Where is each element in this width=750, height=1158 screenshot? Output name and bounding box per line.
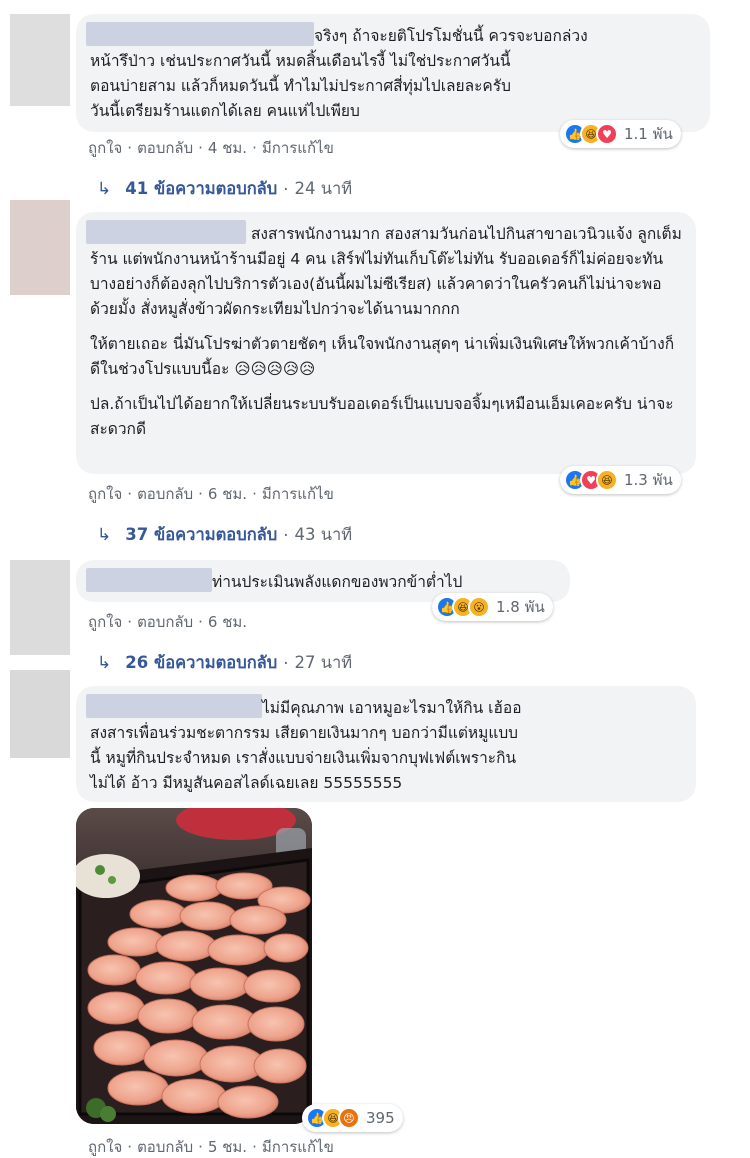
- reply-time: 43 นาที: [294, 525, 353, 544]
- comment-line: หน้ารึป่าว เช่นประกาศวันนี้ หมดสิ้นเดือน…: [90, 52, 511, 70]
- timestamp[interactable]: 5 ชม.: [208, 1138, 247, 1156]
- reply-button[interactable]: ตอบกลับ: [137, 485, 193, 503]
- comment-bubble: ไม่มีคุณภาพ เอาหมูอะไรมาให้กิน เฮ้ออ สงส…: [76, 686, 696, 802]
- reaction-count: 1.1 พัน: [624, 125, 673, 143]
- reaction-summary[interactable]: 👍 😆 ♥ 1.1 พัน: [560, 120, 681, 148]
- reply-button[interactable]: ตอบกลับ: [137, 139, 193, 157]
- like-button[interactable]: ถูกใจ: [88, 139, 122, 157]
- edited-label[interactable]: มีการแก้ไข: [262, 1138, 334, 1156]
- comment-line: ตอนบ่ายสาม แล้วก็หมดวันนี้ ทำไมไม่ประกาศ…: [90, 77, 511, 95]
- timestamp[interactable]: 4 ชม.: [208, 139, 247, 157]
- comment-line: ไม่ได้ อ้าว มีหมูสันคอสไลด์เฉยเลย 555555…: [90, 774, 403, 792]
- reply-arrow-icon: ↳: [97, 525, 112, 545]
- comment-line: นี้ หมูที่กินประจำหมด เราสั่งแบบจ่ายเงิน…: [90, 749, 517, 767]
- avatar[interactable]: [10, 14, 70, 106]
- reply-button[interactable]: ตอบกลับ: [137, 613, 193, 631]
- reply-count: 26 ข้อความตอบกลับ: [125, 653, 278, 672]
- comment-bubble: จริงๆ ถ้าจะยติโปรโมชั่นนี้ ควรจะบอกล่วง …: [76, 14, 710, 132]
- edited-label[interactable]: มีการแก้ไข: [262, 485, 334, 503]
- reaction-summary[interactable]: 👍 ♥ 😆 1.3 พัน: [560, 466, 681, 494]
- edited-label[interactable]: มีการแก้ไข: [262, 139, 334, 157]
- like-button[interactable]: ถูกใจ: [88, 485, 122, 503]
- redacted-name: [86, 22, 314, 46]
- comment-actions: ถูกใจ · ตอบกลับ · 6 ชม. · มีการแก้ไข: [88, 485, 334, 503]
- timestamp[interactable]: 6 ชม.: [208, 485, 247, 503]
- reply-count: 37 ข้อความตอบกลับ: [125, 525, 278, 544]
- view-replies-link[interactable]: ↳ 26 ข้อความตอบกลับ · 27 นาที: [97, 650, 352, 676]
- view-replies-link[interactable]: ↳ 41 ข้อความตอบกลับ · 24 นาที: [97, 176, 352, 202]
- comment-line: สงสารเพื่อนร่วมชะตากรรม เสียดายเงินมากๆ …: [90, 724, 519, 742]
- comment-text: จริงๆ ถ้าจะยติโปรโมชั่นนี้ ควรจะบอกล่วง …: [86, 22, 696, 124]
- comment-actions: ถูกใจ · ตอบกลับ · 6 ชม.: [88, 613, 248, 631]
- timestamp[interactable]: 6 ชม.: [208, 613, 247, 631]
- scroll-edge: [746, 0, 750, 1158]
- pork-slices-image: [76, 808, 312, 1124]
- comment-photo[interactable]: [76, 808, 312, 1124]
- angry-icon: 😠: [338, 1107, 360, 1129]
- comment-actions: ถูกใจ · ตอบกลับ · 4 ชม. · มีการแก้ไข: [88, 139, 334, 157]
- view-replies-link[interactable]: ↳ 37 ข้อความตอบกลับ · 43 นาที: [97, 522, 352, 548]
- comment-bubble: สงสารพนักงานมาก สองสามวันก่อนไปกินสาขาอเ…: [76, 212, 696, 474]
- comment-paragraph: สงสารพนักงานมาก สองสามวันก่อนไปกินสาขาอเ…: [86, 220, 682, 322]
- reaction-count: 395: [366, 1109, 395, 1127]
- avatar[interactable]: [10, 200, 70, 295]
- comment-paragraph: ให้ตายเถอะ นี่มันโปรฆ่าตัวตายชัดๆ เห็นใจ…: [90, 335, 675, 378]
- comment-line: จริงๆ ถ้าจะยติโปรโมชั่นนี้ ควรจะบอกล่วง: [314, 27, 588, 45]
- comment-text: ท่านประเมินพลังแดกของพวกข้าต่ำไป: [212, 573, 463, 591]
- reply-time: 24 นาที: [294, 179, 353, 198]
- comment-line: ไม่มีคุณภาพ เอาหมูอะไรมาให้กิน เฮ้ออ: [262, 699, 522, 717]
- like-button[interactable]: ถูกใจ: [88, 1138, 122, 1156]
- reaction-count: 1.8 พัน: [496, 598, 545, 616]
- reply-button[interactable]: ตอบกลับ: [137, 1138, 193, 1156]
- reaction-summary[interactable]: 👍 😆 😮 1.8 พัน: [432, 593, 553, 621]
- comment-actions: ถูกใจ · ตอบกลับ · 5 ชม. · มีการแก้ไข: [88, 1138, 334, 1156]
- reply-arrow-icon: ↳: [97, 653, 112, 673]
- reaction-summary[interactable]: 👍 😆 😠 395: [302, 1104, 403, 1132]
- love-icon: ♥: [596, 123, 618, 145]
- comment-paragraph: ปล.ถ้าเป็นไปได้อยากให้เปลี่ยนระบบรับออเด…: [90, 395, 674, 438]
- reply-count: 41 ข้อความตอบกลับ: [125, 179, 278, 198]
- wow-icon: 😮: [468, 596, 490, 618]
- redacted-name: [86, 568, 212, 592]
- reply-arrow-icon: ↳: [97, 179, 112, 199]
- redacted-name: [86, 694, 262, 718]
- reply-time: 27 นาที: [294, 653, 353, 672]
- like-button[interactable]: ถูกใจ: [88, 613, 122, 631]
- avatar[interactable]: [10, 670, 70, 758]
- redacted-name: [86, 220, 246, 244]
- avatar[interactable]: [10, 560, 70, 655]
- haha-icon: 😆: [596, 469, 618, 491]
- reaction-count: 1.3 พัน: [624, 471, 673, 489]
